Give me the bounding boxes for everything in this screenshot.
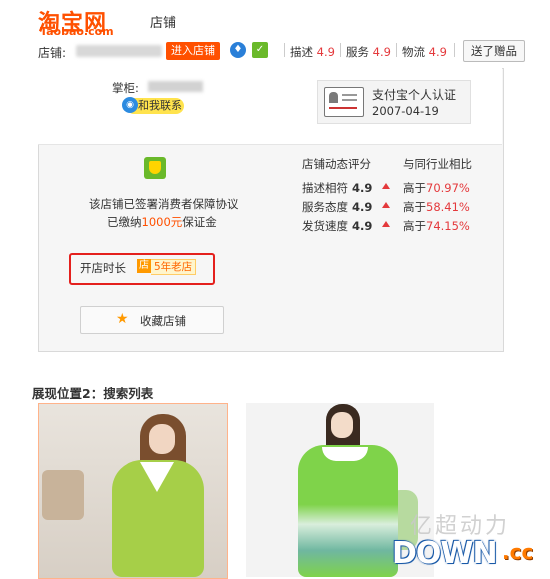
years-badge: 5年老店 bbox=[151, 259, 197, 275]
product-image-model-face bbox=[149, 424, 175, 454]
consumer-protection-icon-inner bbox=[149, 161, 161, 174]
metric-logistics: 物流 4.9 bbox=[402, 45, 447, 59]
watermark-suffix: .cc bbox=[502, 540, 534, 564]
chat-icon[interactable]: ◉ bbox=[122, 97, 138, 113]
watermark-logo: DOWN bbox=[392, 536, 498, 571]
rating-row: 发货速度 4.9 bbox=[302, 219, 373, 233]
arrow-up-icon bbox=[382, 221, 390, 227]
metric-service: 服务 4.9 bbox=[346, 45, 391, 59]
divider bbox=[396, 43, 397, 57]
rating-row: 描述相符 4.9 bbox=[302, 181, 373, 195]
page-title: 店铺 bbox=[150, 16, 177, 31]
product-image-model-face bbox=[331, 412, 353, 438]
compare-row: 高于70.97% bbox=[403, 181, 470, 195]
contact-label: 和我联系 bbox=[138, 99, 182, 112]
keeper-label: 掌柜: bbox=[112, 81, 139, 95]
product-image-bag bbox=[42, 470, 84, 520]
alipay-cert-date: 2007-04-19 bbox=[372, 104, 439, 118]
shop-tag-icon: 店 bbox=[137, 259, 151, 273]
id-card-line bbox=[329, 107, 357, 109]
product-image-neckline bbox=[322, 447, 368, 461]
metric-description: 描述 4.9 bbox=[290, 45, 335, 59]
enter-shop-button[interactable]: 进入店铺 bbox=[166, 42, 220, 60]
divider bbox=[340, 43, 341, 57]
shop-label: 店铺: bbox=[38, 46, 67, 60]
shop-age-label: 开店时长 bbox=[80, 261, 126, 275]
alipay-cert-text: 支付宝个人认证 bbox=[372, 88, 457, 102]
industry-compare-header: 与同行业相比 bbox=[403, 157, 472, 171]
arrow-up-icon bbox=[382, 183, 390, 189]
divider bbox=[284, 43, 285, 57]
product-image-dress bbox=[298, 445, 398, 577]
dynamic-rating-header: 店铺动态评分 bbox=[302, 157, 371, 171]
id-card-line bbox=[342, 94, 357, 96]
deposit-text: 已缴纳1000元保证金 bbox=[107, 215, 217, 229]
gift-button[interactable]: 送了赠品 bbox=[463, 40, 525, 62]
keeper-name-redacted bbox=[148, 81, 203, 92]
star-icon: ★ bbox=[116, 311, 129, 327]
id-card-face bbox=[329, 92, 338, 103]
section-title: 展现位置2：搜索列表 bbox=[32, 386, 154, 401]
guarantee-text: 该店铺已签署消费者保障协议 bbox=[89, 197, 239, 211]
compare-row: 高于74.15% bbox=[403, 219, 470, 233]
guarantee-badge-icon[interactable]: ✓ bbox=[252, 42, 268, 58]
shop-name-redacted bbox=[76, 45, 162, 57]
rating-row: 服务态度 4.9 bbox=[302, 200, 373, 214]
arrow-up-icon bbox=[382, 202, 390, 208]
taobao-logo-en[interactable]: Taobao.com bbox=[40, 25, 114, 38]
favorite-shop-label: 收藏店铺 bbox=[140, 314, 186, 328]
credit-badge-icon[interactable]: ♦ bbox=[230, 42, 246, 58]
compare-row: 高于58.41% bbox=[403, 200, 470, 214]
id-card-line bbox=[342, 99, 357, 101]
divider bbox=[454, 43, 455, 57]
